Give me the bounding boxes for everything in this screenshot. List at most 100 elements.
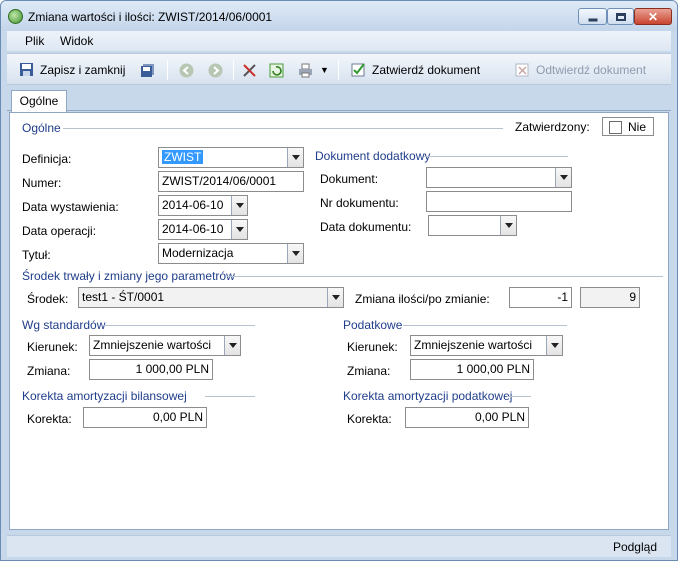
save-as-icon[interactable] — [140, 63, 155, 78]
save-close-button[interactable]: Zapisz i zamknij — [19, 61, 125, 79]
definition-label: Definicja: — [22, 152, 72, 166]
toolbar-separator — [167, 60, 168, 80]
status-bar: Podgląd — [7, 535, 671, 557]
menu-plik[interactable]: Plik — [25, 34, 44, 48]
number-input[interactable]: ZWIST/2014/06/0001 — [158, 171, 304, 192]
chevron-down-icon[interactable] — [224, 336, 240, 355]
corr-tax-label: Korekta: — [347, 412, 392, 426]
corr-tax-input[interactable]: 0,00 PLN — [405, 407, 529, 428]
approve-label: Zatwierdź dokument — [372, 63, 481, 77]
tax-direction-value: Zmniejszenie wartości — [414, 338, 533, 352]
divider — [205, 396, 255, 397]
divider — [102, 325, 255, 326]
section-tax-title: Podatkowe — [343, 318, 403, 332]
toolbar: Zapisz i zamknij ▼ Zatwierdź dokument Od… — [7, 53, 671, 85]
minimize-button[interactable] — [578, 8, 607, 25]
print-dropdown-icon[interactable]: ▼ — [320, 61, 329, 79]
doc-date-label: Data dokumentu: — [320, 220, 412, 234]
corr-balance-label: Korekta: — [27, 412, 72, 426]
definition-value: ZWIST — [162, 150, 204, 164]
tab-general[interactable]: Ogólne — [11, 90, 67, 112]
chevron-down-icon[interactable] — [500, 216, 516, 235]
menu-bar: Plik Widok — [7, 31, 671, 51]
chevron-down-icon[interactable] — [327, 288, 343, 307]
unapprove-icon — [515, 63, 529, 77]
maximize-button[interactable] — [607, 8, 634, 25]
asset-select[interactable]: test1 - ŚT/0001 — [78, 287, 344, 308]
section-corr-tax-title: Korekta amortyzacji podatkowej — [343, 389, 513, 403]
section-extra-doc-title: Dokument dodatkowy — [315, 149, 431, 163]
toolbar-separator — [233, 60, 234, 80]
section-general-title: Ogólne — [22, 121, 61, 135]
qty-change-input[interactable]: -1 — [509, 287, 572, 308]
title-select[interactable]: Modernizacja — [158, 243, 304, 264]
section-asset-title: Środek trwały i zmiany jego parametrów — [22, 269, 235, 283]
chevron-down-icon[interactable] — [546, 336, 562, 355]
doc-nr-input[interactable] — [426, 191, 572, 212]
tax-change-input[interactable]: 1 000,00 PLN — [410, 359, 534, 380]
op-date-label: Data operacji: — [22, 224, 97, 238]
tax-change-label: Zmiana: — [347, 364, 391, 378]
chevron-down-icon[interactable] — [555, 168, 571, 187]
standards-change-input[interactable]: 1 000,00 PLN — [89, 359, 213, 380]
issue-date-picker[interactable]: 2014-06-10 — [158, 195, 248, 216]
issue-date-value: 2014-06-10 — [162, 198, 224, 212]
app-window: Zmiana wartości i ilości: ZWIST/2014/06/… — [0, 0, 678, 561]
doc-date-picker[interactable] — [428, 215, 517, 236]
close-icon: ✕ — [647, 9, 659, 24]
check-icon — [351, 63, 365, 77]
standards-direction-select[interactable]: Zmniejszenie wartości — [89, 335, 241, 356]
approved-label: Zatwierdzony: — [515, 120, 590, 134]
op-date-picker[interactable]: 2014-06-10 — [158, 219, 248, 240]
op-date-value: 2014-06-10 — [162, 222, 224, 236]
approved-checkbox[interactable]: Nie — [602, 117, 654, 136]
toolbar-separator — [338, 60, 339, 80]
doc-select[interactable] — [426, 167, 572, 188]
approved-checkbox-label: Nie — [628, 120, 647, 134]
tax-direction-label: Kierunek: — [347, 340, 398, 354]
tools-icon[interactable] — [242, 63, 257, 78]
divider — [507, 396, 531, 397]
chevron-down-icon[interactable] — [231, 220, 247, 239]
approve-button[interactable]: Zatwierdź dokument — [351, 61, 480, 79]
tax-direction-select[interactable]: Zmniejszenie wartości — [410, 335, 563, 356]
close-button[interactable]: ✕ — [634, 8, 672, 25]
definition-select[interactable]: ZWIST — [158, 147, 304, 168]
issue-date-label: Data wystawienia: — [22, 200, 119, 214]
save-icon — [20, 63, 33, 76]
standards-direction-label: Kierunek: — [27, 340, 78, 354]
app-icon — [8, 9, 23, 24]
divider — [403, 325, 567, 326]
qty-after-value: 9 — [580, 287, 640, 308]
minimize-icon — [588, 18, 597, 21]
maximize-icon — [615, 12, 626, 21]
chevron-down-icon[interactable] — [231, 196, 247, 215]
status-preview: Podgląd — [612, 540, 657, 554]
title-bar: Zmiana wartości i ilości: ZWIST/2014/06/… — [1, 1, 677, 31]
standards-change-label: Zmiana: — [27, 364, 71, 378]
section-corr-balance-title: Korekta amortyzacji bilansowej — [22, 389, 187, 403]
divider — [63, 128, 503, 129]
print-icon[interactable] — [298, 63, 313, 78]
chevron-down-icon[interactable] — [287, 148, 303, 167]
title-value: Modernizacja — [162, 246, 234, 260]
save-close-label: Zapisz i zamknij — [40, 63, 126, 77]
title-label: Tytuł: — [22, 248, 51, 262]
menu-widok[interactable]: Widok — [60, 34, 93, 48]
qty-label: Zmiana ilości/po zmianie: — [355, 292, 490, 306]
asset-value: test1 - ŚT/0001 — [82, 290, 165, 304]
divider — [424, 156, 568, 157]
forward-icon[interactable] — [208, 63, 223, 78]
window-title: Zmiana wartości i ilości: ZWIST/2014/06/… — [28, 10, 273, 24]
refresh-icon[interactable] — [269, 63, 284, 78]
back-icon[interactable] — [179, 63, 194, 78]
section-standards-title: Wg standardów — [22, 318, 106, 332]
chevron-down-icon[interactable] — [287, 244, 303, 263]
number-label: Numer: — [22, 176, 62, 190]
divider — [227, 276, 663, 277]
asset-label: Środek: — [27, 292, 69, 306]
unapprove-button[interactable]: Odtwierdź dokument — [515, 61, 646, 79]
approved-checkbox-box — [609, 121, 622, 134]
doc-nr-label: Nr dokumentu: — [320, 196, 399, 210]
corr-balance-input[interactable]: 0,00 PLN — [83, 407, 207, 428]
